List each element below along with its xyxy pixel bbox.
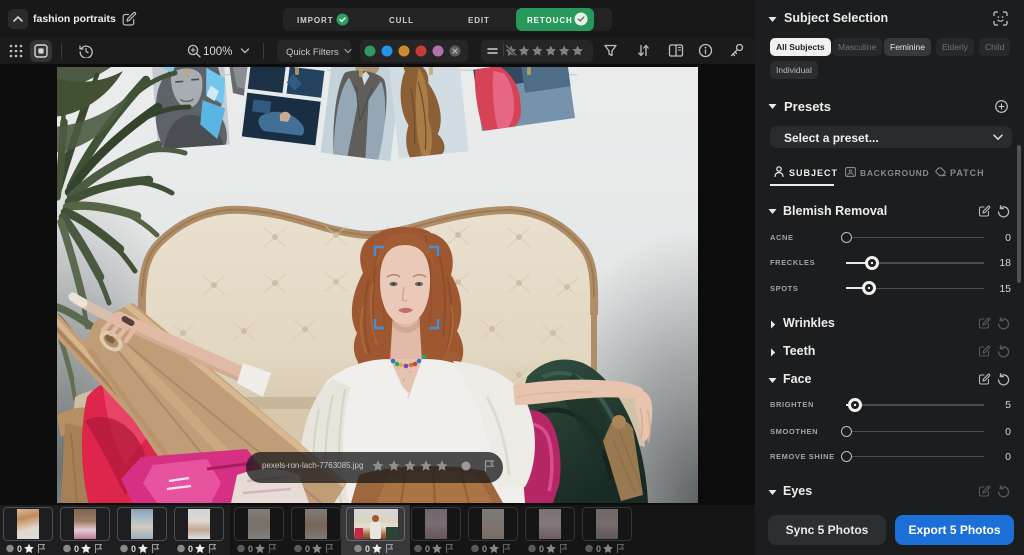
svg-text:0: 0: [131, 544, 136, 554]
svg-text:0: 0: [305, 544, 310, 554]
svg-text:0: 0: [596, 544, 601, 554]
svg-text:0: 0: [188, 544, 193, 554]
svg-text:0: 0: [365, 544, 370, 554]
svg-text:0: 0: [248, 544, 253, 554]
svg-text:0: 0: [17, 544, 22, 554]
svg-text:0: 0: [482, 544, 487, 554]
svg-text:0: 0: [425, 544, 430, 554]
svg-text:0: 0: [74, 544, 79, 554]
svg-text:0: 0: [539, 544, 544, 554]
